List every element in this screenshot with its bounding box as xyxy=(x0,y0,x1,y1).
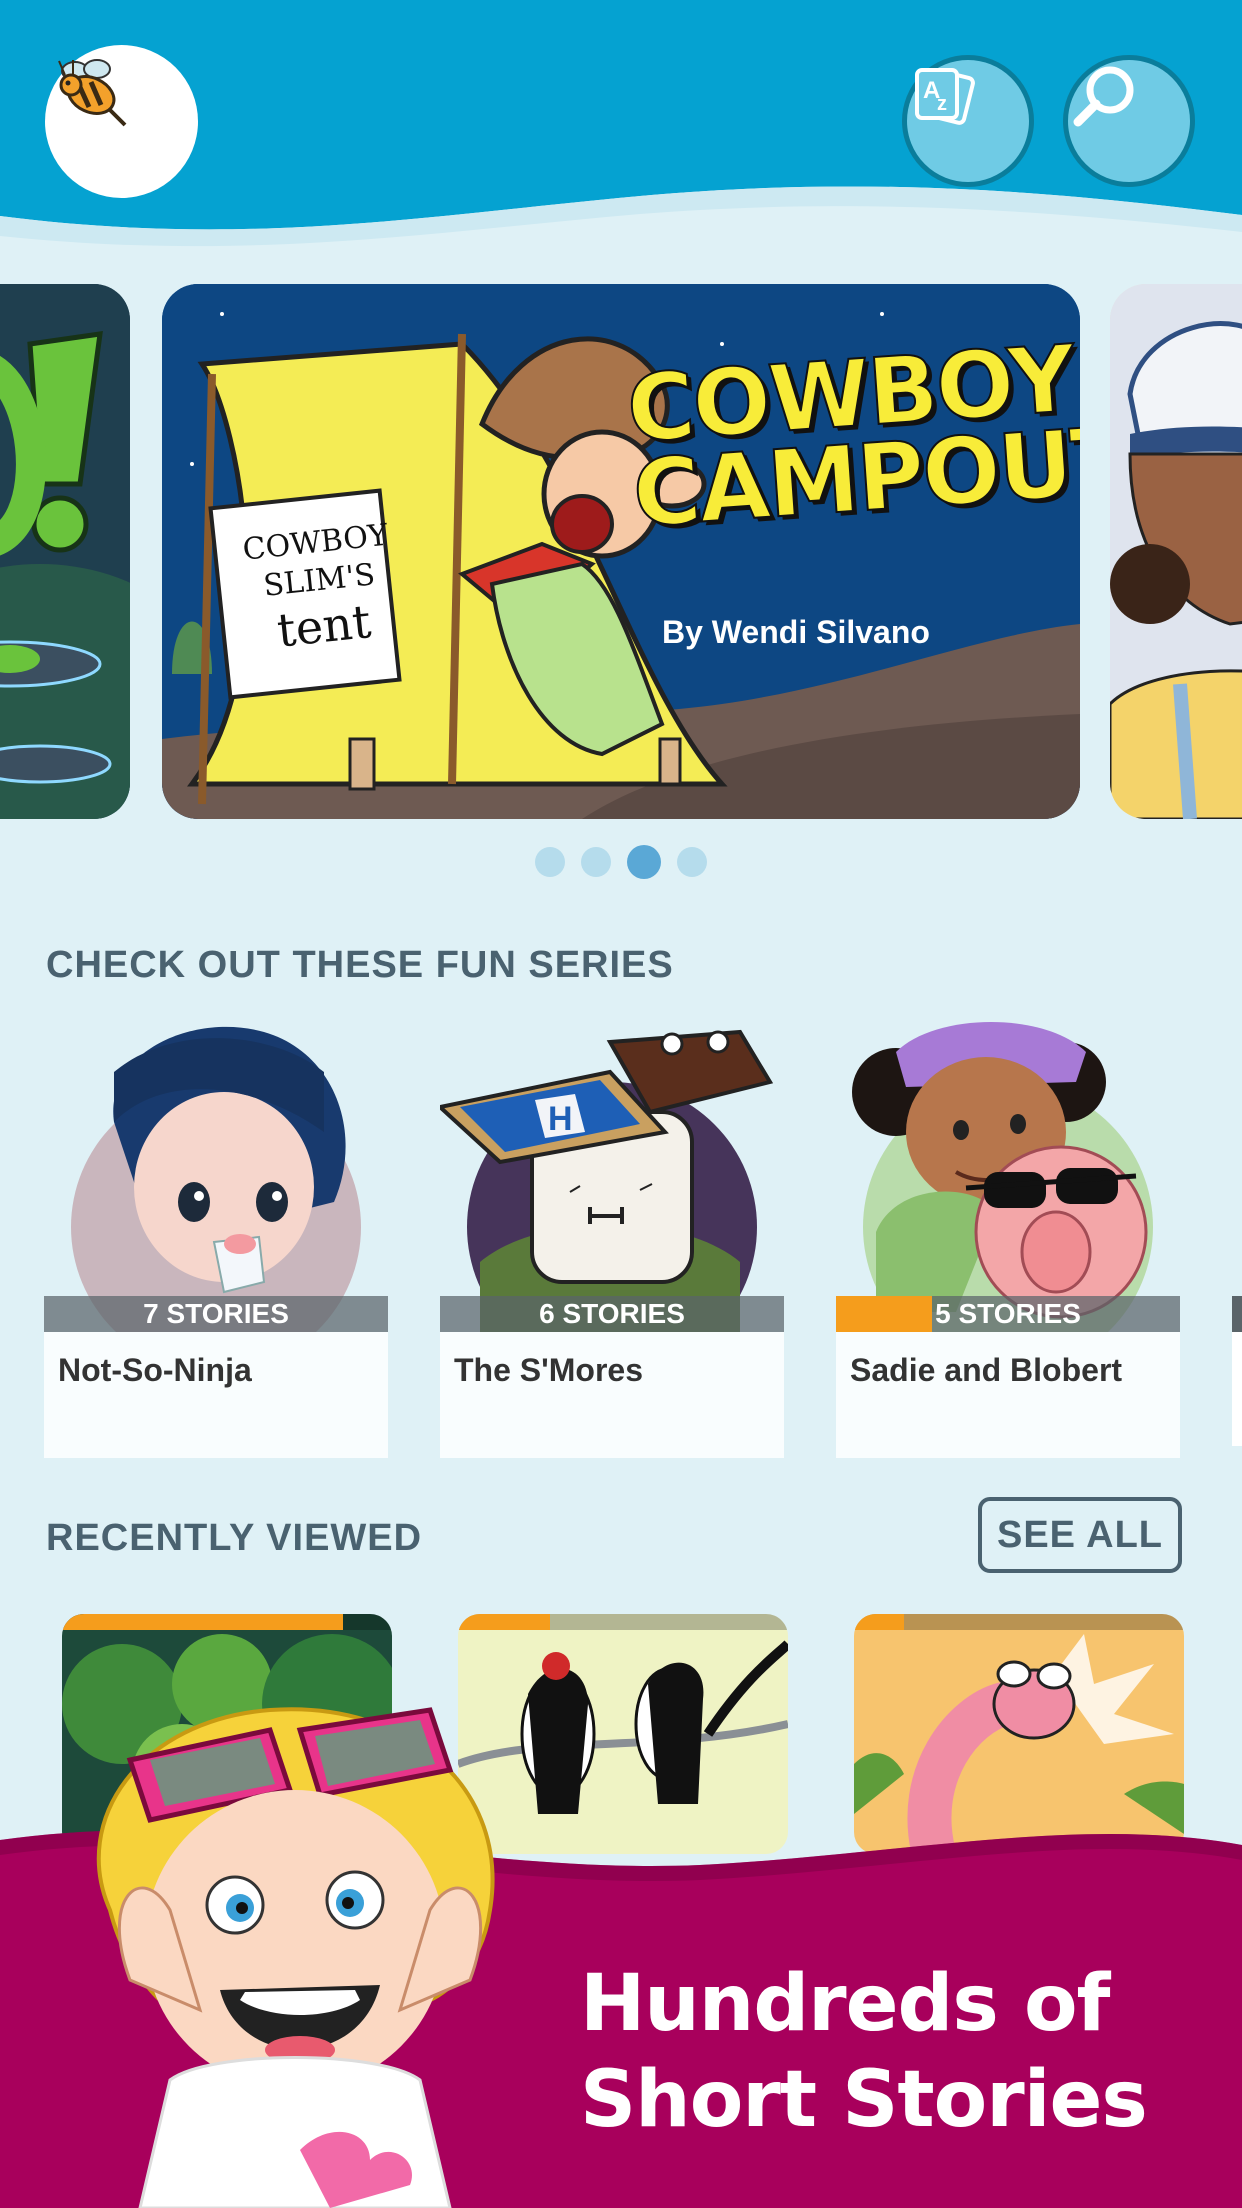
series-name: The S'Mores xyxy=(454,1352,643,1388)
story-count-label: 5 STORIES xyxy=(935,1298,1081,1329)
reading-progress-fill xyxy=(854,1614,904,1630)
svg-text:z: z xyxy=(937,93,947,115)
sadie-and-blobert-art xyxy=(852,1022,1153,1332)
app-header: A z xyxy=(0,0,1242,260)
recent-section-title: RECENTLY VIEWED xyxy=(46,1517,423,1559)
alphabet-browse-button[interactable]: A z xyxy=(902,55,1034,187)
the-smores-art: H xyxy=(440,1029,774,1332)
series-info: Not-So-Ninja xyxy=(44,1332,388,1458)
bee-logo-icon xyxy=(58,59,127,127)
carousel-slide-previous[interactable] xyxy=(0,284,130,819)
reading-progress-fill xyxy=(458,1614,551,1630)
az-cards-icon: A z xyxy=(915,68,975,125)
page-dot-2[interactable] xyxy=(581,847,611,877)
series-name: Not-So-Ninja xyxy=(58,1352,252,1388)
series-card-not-so-ninja[interactable]: 7 STORIES Not-So-Ninja xyxy=(44,1012,388,1458)
page-dot-1[interactable] xyxy=(535,847,565,877)
carousel-page-indicator xyxy=(0,845,1242,879)
search-icon xyxy=(1073,66,1134,127)
reading-progress-track xyxy=(854,1614,1184,1630)
promo-line-1: Hundreds of xyxy=(580,1959,1110,2049)
page-dot-4[interactable] xyxy=(677,847,707,877)
series-section-title: CHECK OUT THESE FUN SERIES xyxy=(46,944,674,986)
featured-carousel[interactable]: COWBOY SLIM'S tent COWBOY CAMPOUT By Wen… xyxy=(0,284,1242,819)
series-info: The S'Mores xyxy=(440,1332,784,1458)
series-card-sadie-and-blobert[interactable]: 5 STORIES Sadie and Blobert xyxy=(836,1012,1180,1458)
series-card-the-smores[interactable]: H 6 STORIES The S'Mores xyxy=(440,1012,784,1458)
see-all-button[interactable]: SEE ALL xyxy=(978,1497,1182,1573)
featured-book-author: By Wendi Silvano xyxy=(662,614,930,650)
carousel-slide-featured[interactable]: COWBOY SLIM'S tent COWBOY CAMPOUT By Wen… xyxy=(162,284,1080,819)
recent-item-worm[interactable] xyxy=(854,1614,1184,1854)
story-count-label: 7 STORIES xyxy=(143,1298,289,1329)
series-card-next-peek[interactable] xyxy=(1232,1296,1242,1446)
promo-line-2: Short Stories xyxy=(580,2055,1148,2145)
reading-girl-character xyxy=(96,1707,495,2208)
carousel-slide-next[interactable] xyxy=(1110,284,1242,819)
featured-book-title: COWBOY CAMPOUT xyxy=(623,324,1080,549)
series-story-count-band: 6 STORIES xyxy=(440,1296,784,1332)
search-button[interactable] xyxy=(1063,55,1195,187)
page-dot-3-active[interactable] xyxy=(627,845,661,879)
series-name: Sadie and Blobert xyxy=(850,1352,1123,1388)
worm-cover-art xyxy=(854,1614,1184,1854)
promo-headline: Hundreds of Short Stories xyxy=(580,1956,1148,2148)
not-so-ninja-art xyxy=(71,1026,361,1332)
home-logo-button[interactable] xyxy=(45,45,198,198)
reading-progress-fill xyxy=(62,1614,343,1630)
svg-text:H: H xyxy=(548,1100,573,1138)
series-progress-fill xyxy=(836,1296,933,1332)
series-story-count-band: 7 STORIES xyxy=(44,1296,388,1332)
featured-title-line-2: CAMPOUT xyxy=(629,405,1080,549)
series-info: Sadie and Blobert xyxy=(836,1332,1180,1458)
story-count-label: 6 STORIES xyxy=(539,1298,685,1329)
tent-sign: COWBOY SLIM'S tent xyxy=(234,516,407,660)
series-story-count-band: 5 STORIES xyxy=(836,1296,1180,1332)
